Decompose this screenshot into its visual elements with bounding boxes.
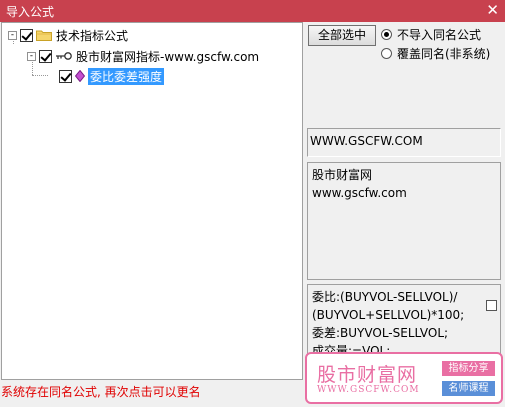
tree-node-label-selected: 委比委差强度 (88, 67, 165, 85)
description-line: 股市财富网 (312, 168, 373, 182)
watermark-logo: 股市财富网 WWW.GSCFW.COM 指标分享 名师课程 (305, 352, 503, 404)
indicator-icon (74, 69, 86, 83)
radio-overwrite-duplicates[interactable]: 覆盖同名(非系统) (381, 45, 490, 62)
radio-label: 覆盖同名(非系统) (397, 47, 491, 61)
branch-icon (49, 71, 56, 81)
tree-node-leaf[interactable]: 委比委差强度 (49, 67, 165, 85)
code-checkbox[interactable] (486, 300, 497, 311)
radio-label: 不导入同名公式 (397, 28, 482, 42)
radio-button-off[interactable] (381, 48, 392, 59)
tree-node-label: 股市财富网指标-www.gscfw.com (76, 49, 260, 64)
watermark-tag: 指标分享 (442, 361, 495, 376)
formula-description: 股市财富网 www.gscfw.com (307, 162, 501, 280)
code-line: (BUYVOL+SELLVOL)*100; (312, 308, 465, 322)
radio-skip-duplicates[interactable]: 不导入同名公式 (381, 26, 481, 43)
title-bar: 导入公式 ✕ (0, 0, 505, 22)
formula-tree[interactable]: - 技术指标公式 - 股市财富网指标-www.gscfw.com 委比委差强度 (1, 22, 303, 380)
window-title: 导入公式 (6, 5, 55, 19)
tree-node-label: 技术指标公式 (56, 28, 129, 43)
folder-icon (36, 29, 52, 41)
tree-node-child[interactable]: - 股市财富网指标-www.gscfw.com (27, 48, 259, 64)
tree-connector (32, 75, 50, 76)
root-checkbox[interactable] (20, 28, 33, 42)
select-all-button[interactable]: 全部选中 (308, 25, 376, 46)
radio-button-on[interactable] (381, 29, 392, 40)
watermark-brand: 股市财富网 (317, 364, 418, 386)
tree-node-root[interactable]: - 技术指标公式 (8, 27, 128, 43)
watermark-url: WWW.GSCFW.COM (317, 385, 420, 395)
options-panel: 全部选中 不导入同名公式 覆盖同名(非系统) WWW.GSCFW.COM 股市财… (306, 22, 505, 380)
collapse-icon[interactable]: - (27, 51, 36, 61)
child-checkbox[interactable] (39, 49, 52, 63)
watermark-tag: 名师课程 (442, 381, 495, 396)
code-line: 委差:BUYVOL-SELLVOL; (312, 326, 449, 340)
status-message: 系统存在同名公式, 再次点击可以更名 (1, 385, 201, 399)
formula-source-url: WWW.GSCFW.COM (307, 128, 501, 157)
description-line: www.gscfw.com (312, 186, 407, 200)
code-line: 委比:(BUYVOL-SELLVOL)/ (312, 290, 458, 304)
close-icon[interactable]: ✕ (486, 1, 499, 19)
leaf-checkbox[interactable] (59, 69, 72, 83)
collapse-icon[interactable]: - (8, 30, 17, 40)
key-icon (55, 50, 73, 62)
